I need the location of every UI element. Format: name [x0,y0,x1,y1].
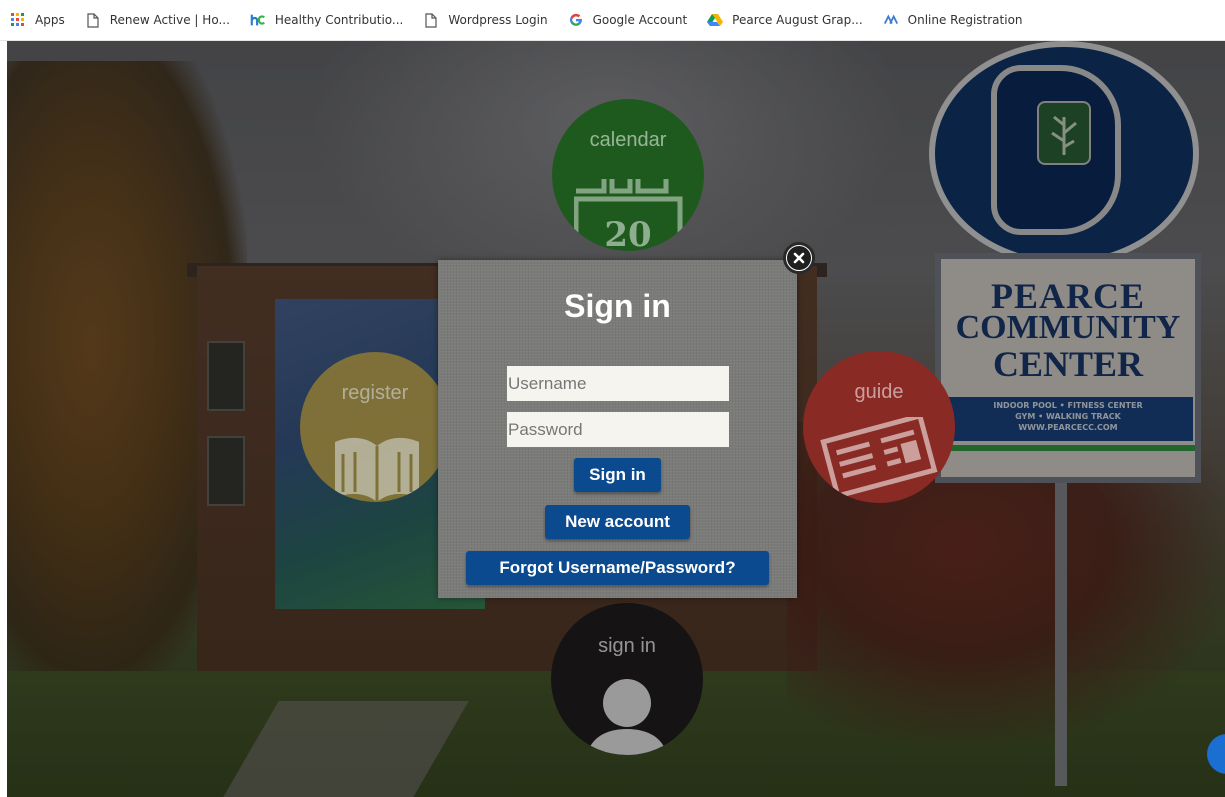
signin-button[interactable]: Sign in [574,458,661,492]
registration-logo-icon [883,12,899,28]
calendar-nav-button[interactable]: calendar 20 [552,99,704,251]
bookmark-online-registration[interactable]: Online Registration [883,12,1023,28]
page-icon [423,12,439,28]
bookmark-label: Apps [35,13,65,27]
newspaper-icon [815,412,945,502]
register-label: register [341,382,409,404]
signin-label: sign in [598,635,656,657]
close-modal-button[interactable] [783,242,815,274]
book-icon [327,422,427,502]
bookmark-label: Online Registration [907,13,1023,27]
guide-nav-button[interactable]: guide [803,351,955,503]
bookmark-healthy-contributions[interactable]: Healthy Contributio... [250,12,403,28]
hc-logo-icon [250,12,266,28]
modal-title: Sign in [564,288,671,324]
bookmark-label: Renew Active | Ho... [109,13,230,27]
calendar-date: 20 [604,215,652,251]
bookmark-label: Healthy Contributio... [274,13,404,27]
bookmarks-bar: Apps Renew Active | Ho... Healthy Contri… [0,0,1225,41]
guide-label: guide [854,381,904,403]
bookmark-apps[interactable]: Apps [10,12,65,28]
bookmark-renew-active[interactable]: Renew Active | Ho... [85,12,230,28]
user-avatar-icon [587,675,667,755]
bookmark-pearce-august[interactable]: Pearce August Grap... [707,12,863,28]
bookmark-label: Pearce August Grap... [732,13,863,27]
new-account-button[interactable]: New account [545,505,690,539]
password-input[interactable] [507,412,729,447]
close-icon [787,246,811,270]
forgot-credentials-button[interactable]: Forgot Username/Password? [466,551,769,585]
bookmark-label: Wordpress Login [448,13,548,27]
signin-nav-button[interactable]: sign in [551,603,703,755]
page-icon [85,12,101,28]
google-drive-icon [707,12,724,28]
username-input[interactable] [507,366,729,401]
bookmark-google-account[interactable]: Google Account [568,12,688,28]
calendar-label: calendar [589,129,667,151]
register-nav-button[interactable]: register [300,352,450,502]
bookmark-label: Google Account [592,13,688,27]
google-icon [568,12,584,28]
bookmark-wordpress-login[interactable]: Wordpress Login [423,12,548,28]
apps-grid-icon [10,12,26,28]
signin-modal: Sign in Sign in New account Forgot Usern… [438,260,797,598]
